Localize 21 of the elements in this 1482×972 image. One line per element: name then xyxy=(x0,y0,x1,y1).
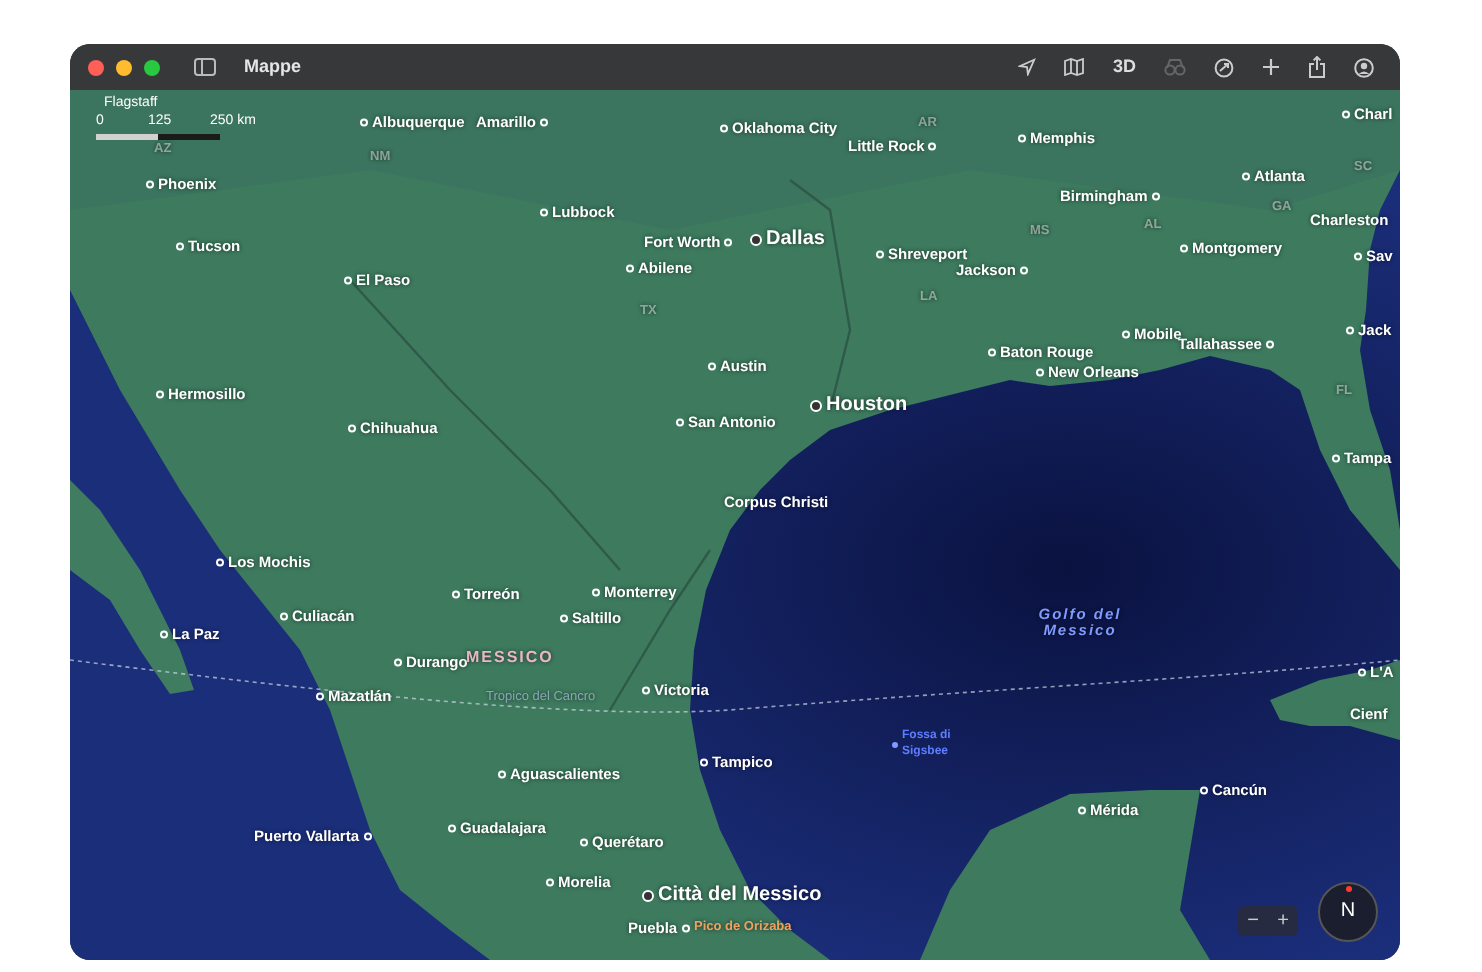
zoom-in-button[interactable]: + xyxy=(1277,911,1289,931)
sea-point-icon xyxy=(892,741,898,747)
sidebar-icon[interactable] xyxy=(194,58,216,76)
country-label: MESSICO xyxy=(466,650,554,666)
city-label[interactable]: Città del Messico xyxy=(658,886,822,906)
close-window-button[interactable] xyxy=(88,59,104,75)
zoom-window-button[interactable] xyxy=(144,59,160,75)
compass-label: N xyxy=(1340,902,1356,922)
tracking-icon[interactable] xyxy=(1214,57,1234,77)
window-title: Mappe xyxy=(244,53,302,80)
profile-icon[interactable] xyxy=(1354,57,1374,77)
minimize-window-button[interactable] xyxy=(116,59,132,75)
map-icon[interactable] xyxy=(1064,58,1085,76)
location-arrow-icon[interactable] xyxy=(1018,58,1037,76)
3d-button[interactable]: 3D xyxy=(1112,58,1136,76)
city-label[interactable]: Dallas xyxy=(766,230,825,250)
zoom-out-button[interactable]: − xyxy=(1247,911,1259,931)
plus-icon[interactable] xyxy=(1262,58,1280,76)
city-label[interactable]: Houston xyxy=(826,396,908,416)
scale-bar-track xyxy=(96,134,220,140)
share-icon[interactable] xyxy=(1308,56,1326,78)
